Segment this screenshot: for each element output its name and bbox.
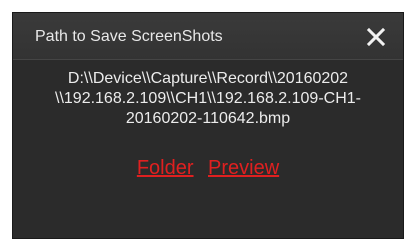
- dialog-title: Path to Save ScreenShots: [35, 28, 223, 45]
- screenshot-path-dialog: Path to Save ScreenShots D:\\Device\\Cap…: [12, 12, 404, 239]
- close-button[interactable]: [363, 24, 389, 50]
- screenshot-path-text: D:\\Device\\Capture\\Record\\20160202 \\…: [55, 70, 361, 127]
- close-icon: [366, 27, 386, 47]
- folder-link[interactable]: Folder: [137, 156, 194, 180]
- preview-link[interactable]: Preview: [208, 156, 279, 180]
- action-links: Folder Preview: [13, 156, 403, 180]
- dialog-title-bar: Path to Save ScreenShots: [13, 13, 403, 60]
